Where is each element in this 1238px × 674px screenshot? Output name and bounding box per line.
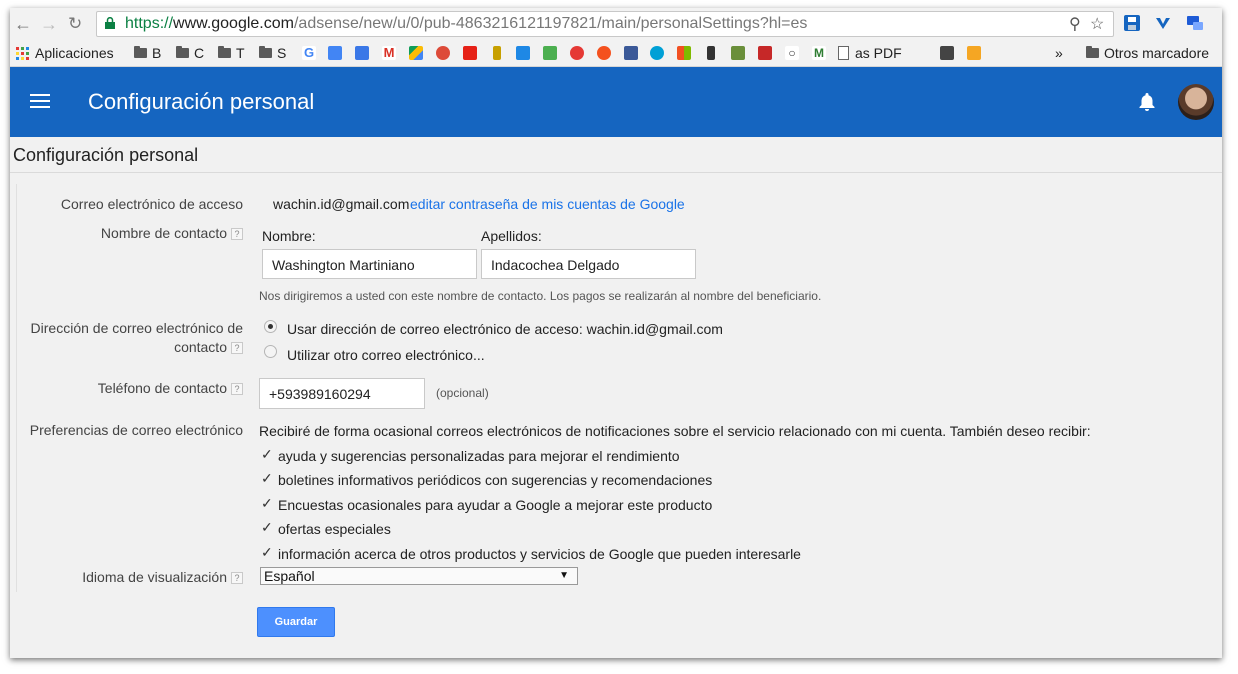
ubuntu-favicon[interactable]	[597, 46, 611, 60]
language-selected-value: Español	[264, 568, 315, 584]
star-icon[interactable]: ☆	[1090, 14, 1104, 34]
user-avatar[interactable]	[1178, 84, 1214, 120]
microphone-favicon[interactable]	[707, 46, 715, 60]
pref-label-surveys[interactable]: Encuestas ocasionales para ayudar a Goog…	[278, 497, 712, 513]
wiki-favicon[interactable]	[731, 46, 745, 60]
app-header: Configuración personal	[10, 67, 1222, 137]
heading-divider	[10, 172, 1222, 173]
help-icon[interactable]: ?	[231, 342, 243, 354]
scissor-favicon[interactable]	[758, 46, 772, 60]
pref-label-newsletters[interactable]: boletines informativos periódicos con su…	[278, 472, 712, 488]
language-select[interactable]: Español ▼	[260, 567, 578, 585]
email-prefs-intro: Recibiré de forma ocasional correos elec…	[259, 423, 1091, 439]
login-email-label: Correo electrónico de acceso	[60, 196, 243, 212]
bookmark-folder-t[interactable]: T	[218, 44, 245, 62]
other-email-radio[interactable]	[264, 345, 277, 358]
bookmark-folder-c[interactable]: C	[176, 44, 204, 62]
google-favicon[interactable]: G	[302, 46, 316, 60]
menu-icon[interactable]	[30, 94, 50, 109]
google-plus-favicon[interactable]	[436, 46, 450, 60]
youtube-favicon[interactable]	[463, 46, 477, 60]
notifications-bell-icon[interactable]	[1138, 92, 1156, 112]
folder-icon	[259, 46, 272, 58]
contact-name-label: Nombre de contacto?	[101, 225, 243, 241]
save-extension-icon[interactable]	[1123, 14, 1141, 32]
phone-field[interactable]: +593989160294	[259, 378, 425, 409]
bookmark-other[interactable]: Otros marcadore	[1086, 44, 1209, 62]
browser-toolbar: ← → ↻ https://www.google.com/adsense/new…	[10, 8, 1222, 40]
wave-favicon[interactable]	[516, 46, 530, 60]
android-favicon[interactable]	[543, 46, 557, 60]
bookmark-folder-b[interactable]: B	[134, 44, 161, 62]
bookmark-apps-label: Aplicaciones	[35, 45, 114, 61]
email-prefs-label: Preferencias de correo electrónico	[29, 422, 243, 438]
pref-checkbox-offers[interactable]: ✓	[261, 520, 274, 534]
first-name-field[interactable]: Washington Martiniano	[262, 249, 477, 279]
forward-icon[interactable]: →	[40, 14, 58, 34]
url-text: https://www.google.com/adsense/new/u/0/p…	[125, 15, 808, 32]
pref-checkbox-surveys[interactable]: ✓	[261, 496, 274, 510]
circle-favicon[interactable]	[650, 46, 664, 60]
bookmark-folder-s[interactable]: S	[259, 44, 286, 62]
pref-label-products[interactable]: información acerca de otros productos y …	[278, 546, 801, 562]
help-icon[interactable]: ?	[231, 572, 243, 584]
use-login-email-radio[interactable]	[264, 320, 277, 333]
other-email-label[interactable]: Utilizar otro correo electrónico...	[287, 347, 485, 363]
bookmark-apps[interactable]: Aplicaciones	[16, 44, 114, 62]
help-icon[interactable]: ?	[231, 228, 243, 240]
address-bar[interactable]: https://www.google.com/adsense/new/u/0/p…	[96, 11, 1114, 37]
phone-label: Teléfono de contacto?	[98, 380, 243, 396]
bookmark-as-pdf[interactable]: as PDF	[838, 44, 902, 62]
reload-icon[interactable]: ↻	[68, 14, 82, 34]
page-icon	[838, 46, 849, 60]
chat-extension-icon[interactable]	[1186, 14, 1204, 32]
help-icon[interactable]: ?	[231, 383, 243, 395]
contact-name-note: Nos dirigiremos a usted con este nombre …	[259, 289, 822, 303]
edit-password-link[interactable]: editar contraseña de mis cuentas de Goog…	[410, 196, 685, 212]
zoom-icon[interactable]: ⚲	[1069, 14, 1081, 34]
first-name-label: Nombre:	[262, 228, 316, 244]
use-login-email-label[interactable]: Usar dirección de correo electrónico de …	[287, 321, 723, 337]
figure-favicon[interactable]	[493, 46, 501, 60]
dropdown-arrow-icon: ▼	[559, 570, 569, 581]
pref-checkbox-performance[interactable]: ✓	[261, 447, 274, 461]
page-title: Configuración personal	[13, 145, 199, 165]
bookmarks-overflow[interactable]: »	[1055, 44, 1063, 62]
browser-window: ← → ↻ https://www.google.com/adsense/new…	[10, 8, 1222, 658]
pref-checkbox-products[interactable]: ✓	[261, 545, 274, 559]
calendar-favicon[interactable]	[355, 46, 369, 60]
folder-icon	[176, 46, 189, 58]
mega-favicon[interactable]	[570, 46, 584, 60]
headphones-favicon[interactable]: ○	[785, 46, 799, 60]
microsoft-favicon[interactable]	[677, 46, 691, 60]
drive-favicon[interactable]	[409, 46, 423, 60]
bookmarks-bar: Aplicaciones B C T S G M ○ M as PDF » Ot…	[10, 40, 1222, 67]
folder-icon	[134, 46, 147, 58]
pref-label-performance[interactable]: ayuda y sugerencias personalizadas para …	[278, 448, 680, 464]
back-icon[interactable]: ←	[14, 14, 32, 34]
apps-grid-icon	[16, 46, 29, 60]
app-title: Configuración personal	[88, 89, 315, 114]
vimeo-extension-icon[interactable]	[1154, 14, 1172, 32]
contact-email-label: Dirección de correo electrónico de conta…	[30, 320, 243, 355]
lock-icon	[105, 17, 115, 29]
shuffle-favicon[interactable]	[967, 46, 981, 60]
last-name-field[interactable]: Indacochea Delgado	[481, 249, 696, 279]
folder-icon	[218, 46, 231, 58]
m-favicon[interactable]: M	[812, 46, 826, 60]
pref-label-offers[interactable]: ofertas especiales	[278, 521, 391, 537]
pref-checkbox-newsletters[interactable]: ✓	[261, 471, 274, 485]
gmail-favicon[interactable]: M	[382, 46, 396, 60]
radio-favicon[interactable]	[940, 46, 954, 60]
facebook-favicon[interactable]	[624, 46, 638, 60]
translate-favicon[interactable]	[328, 46, 342, 60]
form-panel-border	[16, 184, 17, 592]
login-email-value: wachin.id@gmail.com	[273, 196, 410, 212]
phone-optional-note: (opcional)	[436, 386, 489, 400]
folder-icon	[1086, 46, 1099, 58]
last-name-label: Apellidos:	[481, 228, 542, 244]
language-label: Idioma de visualización?	[82, 569, 243, 585]
save-button[interactable]: Guardar	[257, 607, 335, 637]
